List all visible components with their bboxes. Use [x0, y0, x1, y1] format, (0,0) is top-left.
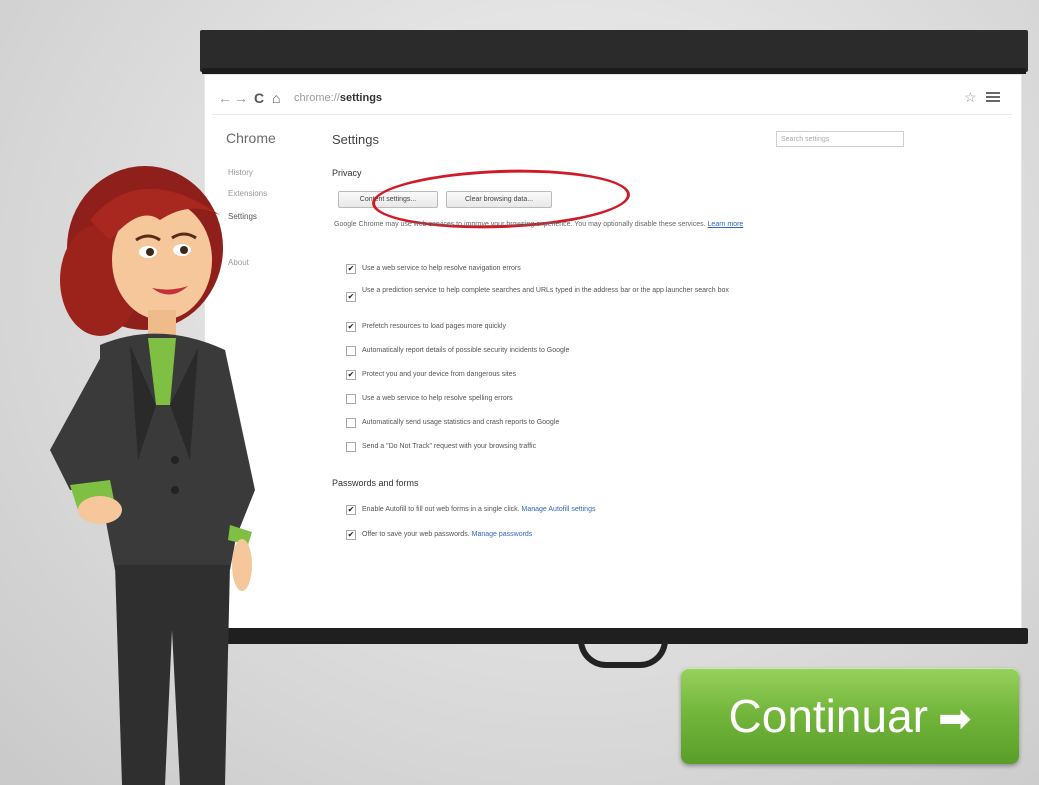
passwords-option-label: Enable Autofill to fill out web forms in… [362, 506, 520, 513]
privacy-option[interactable]: Use a web service to help resolve spelli… [346, 394, 808, 404]
privacy-option[interactable]: ✔ Protect you and your device from danger… [346, 370, 808, 380]
address-bar[interactable]: chrome://settings [294, 88, 984, 108]
privacy-option[interactable]: ✔ Use a prediction service to help comple… [346, 286, 808, 302]
checkbox-checked[interactable]: ✔ [346, 505, 356, 515]
home-icon[interactable]: ⌂ [272, 90, 280, 106]
arrow-right-icon: ➡ [937, 697, 972, 741]
checkbox-unchecked[interactable] [346, 346, 356, 356]
privacy-option-label: Use a web service to help resolve naviga… [362, 265, 521, 272]
reload-icon[interactable]: C [254, 90, 264, 106]
forward-icon[interactable]: → [234, 90, 248, 106]
privacy-option[interactable]: ✔ Prefetch resources to load pages more q… [346, 322, 808, 332]
screen-pull-handle [578, 640, 668, 668]
checkbox-unchecked[interactable] [346, 394, 356, 404]
checkbox-unchecked[interactable] [346, 418, 356, 428]
continue-button[interactable]: Continuar ➡ [681, 668, 1019, 764]
passwords-heading: Passwords and forms [332, 478, 419, 488]
privacy-option[interactable]: Automatically report details of possible… [346, 346, 808, 356]
privacy-option[interactable]: ✔ Use a web service to help resolve navig… [346, 264, 808, 274]
browser-toolbar: ← → C ⌂ chrome://settings ☆ [212, 84, 1012, 115]
privacy-option[interactable]: Send a "Do Not Track" request with your … [346, 442, 808, 452]
privacy-option-label: Protect you and your device from dangero… [362, 371, 517, 378]
privacy-option-label: Use a web service to help resolve spelli… [362, 395, 513, 402]
page-title: Settings [332, 132, 379, 147]
checkbox-checked[interactable]: ✔ [346, 530, 356, 540]
privacy-option-label: Automatically report details of possible… [362, 347, 570, 354]
back-icon[interactable]: ← [218, 90, 232, 106]
checkbox-checked[interactable]: ✔ [346, 264, 356, 274]
manage-passwords-link[interactable]: Manage passwords [472, 531, 533, 538]
checkbox-checked[interactable]: ✔ [346, 322, 356, 332]
screen-top-bar [200, 30, 1028, 72]
privacy-option-label: Use a prediction service to help complet… [362, 287, 729, 294]
manage-autofill-link[interactable]: Manage Autofill settings [522, 506, 596, 513]
url-path: settings [339, 92, 383, 104]
learn-more-link[interactable]: Learn more [708, 221, 744, 228]
menu-icon[interactable] [986, 90, 1000, 104]
passwords-option-label: Offer to save your web passwords. [362, 531, 470, 538]
privacy-description: Google Chrome may use web services to im… [334, 218, 814, 231]
sidebar-title: Chrome [226, 130, 276, 146]
checkbox-unchecked[interactable] [346, 442, 356, 452]
privacy-description-text: Google Chrome may use web services to im… [334, 221, 706, 228]
passwords-option[interactable]: ✔ Enable Autofill to fill out web forms i… [346, 505, 808, 515]
continue-button-label: Continuar [728, 690, 928, 742]
privacy-option-label: Prefetch resources to load pages more qu… [362, 323, 506, 330]
privacy-option-label: Automatically send usage statistics and … [362, 419, 560, 426]
checkbox-checked[interactable]: ✔ [346, 370, 356, 380]
checkbox-checked[interactable]: ✔ [346, 292, 356, 302]
bookmark-star-icon[interactable]: ☆ [964, 89, 977, 106]
search-input[interactable]: Search settings [776, 131, 904, 147]
privacy-heading: Privacy [332, 168, 362, 178]
url-host: chrome:// [294, 92, 340, 104]
passwords-option[interactable]: ✔ Offer to save your web passwords. Manag… [346, 530, 808, 540]
privacy-option[interactable]: Automatically send usage statistics and … [346, 418, 808, 428]
privacy-option-label: Send a "Do Not Track" request with your … [362, 443, 537, 450]
presenter-character [50, 166, 255, 785]
